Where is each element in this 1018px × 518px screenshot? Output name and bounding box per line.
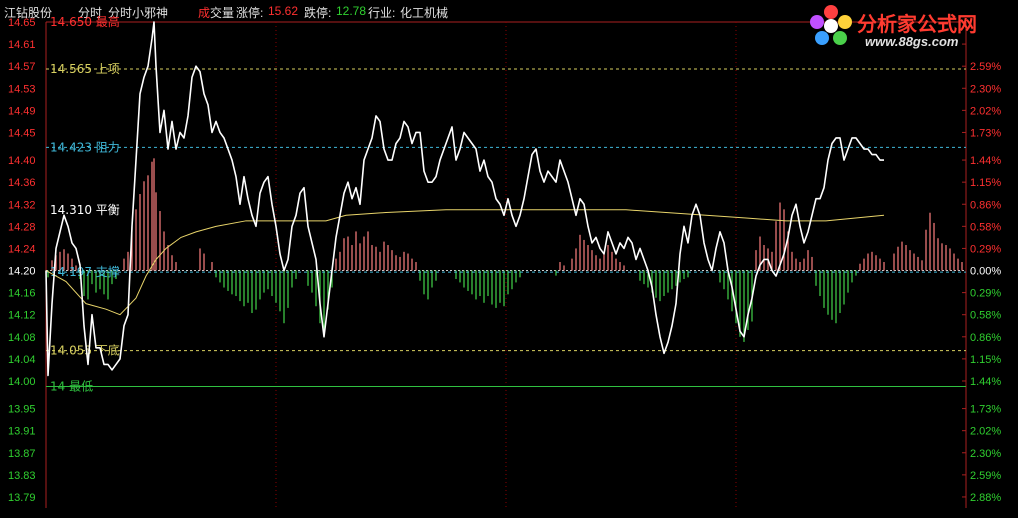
left-axis-tick-label: 14.28 — [8, 221, 36, 233]
right-axis-tick-label: 0.86% — [970, 199, 1001, 211]
right-axis-tick-label: 2.30% — [970, 448, 1001, 460]
left-axis-tick-label: 13.87 — [8, 448, 36, 460]
left-axis-tick-label: 14.36 — [8, 177, 36, 189]
right-axis-tick-label: 2.59% — [970, 61, 1001, 73]
left-axis-tick-label: 14.08 — [8, 332, 36, 344]
right-axis-tick-label: 1.44% — [970, 376, 1001, 388]
left-axis-tick-label: 14.24 — [8, 243, 36, 255]
left-axis-tick-label: 14.45 — [8, 127, 36, 139]
level-label: 14.310 平衡 — [50, 203, 120, 217]
left-axis-tick-label: 13.83 — [8, 470, 36, 482]
right-axis-tick-label: 1.73% — [970, 404, 1001, 416]
right-axis-tick-label: 2.02% — [970, 426, 1001, 438]
right-axis-tick-label: 0.29% — [970, 288, 1001, 300]
left-axis-tick-label: 14.20 — [8, 266, 36, 278]
left-axis-tick-label: 13.91 — [8, 426, 36, 438]
left-axis-tick-label: 14.04 — [8, 354, 36, 366]
level-label: 14 最低 — [50, 380, 93, 394]
left-axis-tick-label: 14.12 — [8, 310, 36, 322]
right-axis-tick-label: 0.00% — [970, 266, 1001, 278]
left-axis-tick-label: 14.40 — [8, 155, 36, 167]
left-axis-tick-label: 14.49 — [8, 105, 36, 117]
price-line — [45, 21, 884, 377]
right-axis-tick-label: 1.15% — [970, 177, 1001, 189]
left-axis-tick-label: 14.32 — [8, 199, 36, 211]
left-axis-tick-label: 14.61 — [8, 39, 36, 51]
right-axis-tick-label: 2.59% — [970, 470, 1001, 482]
level-label: 14.565 上项 — [50, 62, 120, 76]
left-axis-tick-label: 14.57 — [8, 61, 36, 73]
right-axis-tick-label: 0.29% — [970, 243, 1001, 255]
right-axis-tick-label: 2.30% — [970, 83, 1001, 95]
level-label: 14.423 阻力 — [50, 140, 120, 154]
left-axis-tick-label: 14.65 — [8, 17, 36, 29]
right-axis-tick-label: 1.15% — [970, 354, 1001, 366]
left-axis-tick-label: 14.53 — [8, 83, 36, 95]
logo-url: www.88gs.com — [865, 34, 959, 49]
right-axis-tick-label: 2.02% — [970, 105, 1001, 117]
right-axis-tick-label: 0.58% — [970, 310, 1001, 322]
left-axis-tick-label: 13.95 — [8, 404, 36, 416]
right-axis-tick-label: 2.88% — [970, 492, 1001, 504]
left-axis-tick-label: 14.00 — [8, 376, 36, 388]
left-axis-tick-label: 13.79 — [8, 492, 36, 504]
right-axis-tick-label: 0.58% — [970, 221, 1001, 233]
level-label: 14.650 最高 — [50, 14, 120, 29]
level-label: 14.055 下底 — [50, 343, 120, 358]
site-logo: 分析家公式网 www.88gs.com — [807, 2, 1012, 52]
right-axis-tick-label: 0.86% — [970, 332, 1001, 344]
intraday-chart: 14.65 14.61 14.57 2.59% 14.53 2.30% 14.49 2.02%… — [8, 14, 1001, 508]
left-axis-tick-label: 14.16 — [8, 288, 36, 300]
right-axis-tick-label: 1.73% — [970, 127, 1001, 139]
flower-logo-icon — [810, 5, 852, 45]
logo-title: 分析家公式网 — [857, 12, 977, 36]
level-label: 14.197 支撑 — [50, 264, 120, 279]
right-axis-tick-label: 1.44% — [970, 155, 1001, 167]
